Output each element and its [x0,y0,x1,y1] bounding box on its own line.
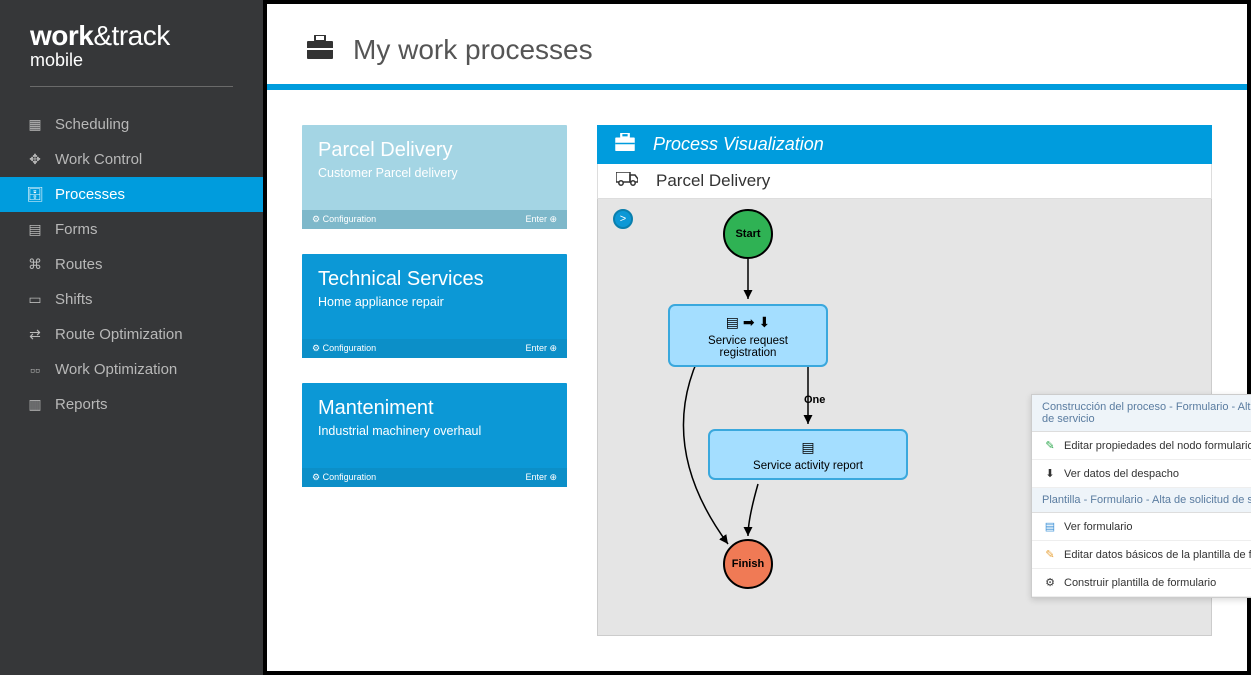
sidebar-item-work-control[interactable]: ✥ Work Control [0,142,263,177]
context-menu: Construcción del proceso - Formulario - … [1031,394,1251,598]
ctx-item-icon: ▤ [1042,520,1058,533]
sidebar-item-reports[interactable]: ▥ Reports [0,387,263,422]
node-icons: ▤ ➡ ⬇ [680,314,816,331]
edge-label-one: One [804,394,825,406]
node-icons: ▤ [720,439,896,456]
brand-word2: &track [93,20,169,51]
flowchart-finish-node[interactable]: Finish [723,539,773,589]
sidebar-item-work-optimization[interactable]: ▫▫ Work Optimization [0,352,263,387]
ctx-item-icon: ⬇ [1042,467,1058,480]
flowchart-canvas[interactable]: > One Start ▤ ➡ ⬇ Service request regist… [597,199,1212,636]
route-optimization-icon: ⇄ [25,326,45,343]
sidebar-item-label: Scheduling [55,116,129,133]
start-label: Start [735,228,760,240]
sidebar-item-scheduling[interactable]: ▦ Scheduling [0,107,263,142]
flowchart-node-service-activity[interactable]: ▤ Service activity report [708,429,908,480]
sidebar-item-label: Route Optimization [55,326,183,343]
sidebar-nav: ▦ Scheduling ✥ Work Control 🗄 Processes ▤ Forms… [0,107,263,422]
ctx-menu-item[interactable]: ▤ Ver formulario [1032,513,1251,541]
shifts-icon: ▭ [25,291,45,308]
ctx-menu-item[interactable]: ⚙ Construir plantilla de formulario [1032,569,1251,597]
content-area: Parcel Delivery Customer Parcel delivery ⚙… [267,90,1247,671]
scheduling-icon: ▦ [25,116,45,133]
card-config-link[interactable]: ⚙ Configuration [312,214,376,225]
sidebar-item-label: Shifts [55,291,93,308]
ctx-item-label: Ver datos del despacho [1064,468,1179,480]
process-cards-list: Parcel Delivery Customer Parcel delivery ⚙… [302,125,567,636]
sidebar-item-forms[interactable]: ▤ Forms [0,212,263,247]
card-enter-link[interactable]: Enter ⊕ [525,343,557,354]
truck-icon [616,171,638,191]
sidebar-item-label: Work Optimization [55,361,177,378]
card-title: Parcel Delivery [318,139,551,162]
card-config-link[interactable]: ⚙ Configuration [312,472,376,483]
process-card[interactable]: Manteniment Industrial machinery overhaul… [302,383,567,487]
process-card[interactable]: Parcel Delivery Customer Parcel delivery ⚙… [302,125,567,229]
ctx-item-label: Editar datos básicos de la plantilla de … [1064,549,1251,561]
page-header: My work processes [267,4,1247,90]
card-title: Technical Services [318,268,551,291]
card-subtitle: Customer Parcel delivery [318,166,551,180]
ctx-item-label: Construir plantilla de formulario [1064,577,1216,589]
sidebar-item-label: Routes [55,256,103,273]
reports-icon: ▥ [25,396,45,413]
finish-label: Finish [732,558,764,570]
routes-icon: ⌘ [25,256,45,273]
flowchart-node-service-request[interactable]: ▤ ➡ ⬇ Service request registration [668,304,828,367]
sidebar-item-label: Work Control [55,151,142,168]
viz-subheader: Parcel Delivery [597,164,1212,199]
ctx-section2-header: Plantilla - Formulario - Alta de solicit… [1032,488,1251,513]
card-enter-link[interactable]: Enter ⊕ [525,214,557,225]
sidebar-item-label: Processes [55,186,125,203]
card-title: Manteniment [318,397,551,420]
sidebar-item-label: Forms [55,221,98,238]
ctx-menu-item[interactable]: ✎ Editar propiedades del nodo formulario [1032,432,1251,460]
ctx-menu-item[interactable]: ⬇ Ver datos del despacho [1032,460,1251,488]
sidebar-item-routes[interactable]: ⌘ Routes [0,247,263,282]
brand-word1: work [30,20,93,51]
forms-icon: ▤ [25,221,45,238]
brand-subtitle: mobile [30,50,233,71]
work-control-icon: ✥ [25,151,45,168]
ctx-item-icon: ⚙ [1042,576,1058,589]
briefcase-icon [307,35,333,66]
ctx-item-icon: ✎ [1042,439,1058,452]
briefcase-icon [615,133,635,156]
card-config-link[interactable]: ⚙ Configuration [312,343,376,354]
sidebar-item-label: Reports [55,396,108,413]
viz-header: Process Visualization [597,125,1212,164]
ctx-item-label: Ver formulario [1064,521,1132,533]
sidebar-item-route-optimization[interactable]: ⇄ Route Optimization [0,317,263,352]
node-label: Service request registration [680,335,816,359]
viz-header-title: Process Visualization [653,134,824,155]
card-subtitle: Industrial machinery overhaul [318,424,551,438]
canvas-toggle-button[interactable]: > [613,209,633,229]
card-subtitle: Home appliance repair [318,295,551,309]
sidebar: work&track mobile ▦ Scheduling ✥ Work Contr… [0,0,263,675]
main-panel: My work processes Parcel Delivery Custome… [267,4,1247,671]
process-card[interactable]: Technical Services Home appliance repair ⚙… [302,254,567,358]
ctx-menu-item[interactable]: ✎ Editar datos básicos de la plantilla de… [1032,541,1251,569]
processes-icon: 🗄 [25,186,45,203]
ctx-item-icon: ✎ [1042,548,1058,561]
ctx-section1-header: Construcción del proceso - Formulario - … [1032,395,1251,432]
viz-subtitle: Parcel Delivery [656,171,770,191]
process-visualization-panel: Process Visualization Parcel Delivery > … [597,125,1212,636]
flowchart-start-node[interactable]: Start [723,209,773,259]
brand-logo: work&track mobile [30,20,233,87]
page-title: My work processes [353,34,593,66]
ctx-item-label: Editar propiedades del nodo formulario [1064,440,1251,452]
sidebar-item-shifts[interactable]: ▭ Shifts [0,282,263,317]
sidebar-item-processes[interactable]: 🗄 Processes [0,177,263,212]
card-enter-link[interactable]: Enter ⊕ [525,472,557,483]
work-optimization-icon: ▫▫ [25,362,45,378]
node-label: Service activity report [720,460,896,472]
